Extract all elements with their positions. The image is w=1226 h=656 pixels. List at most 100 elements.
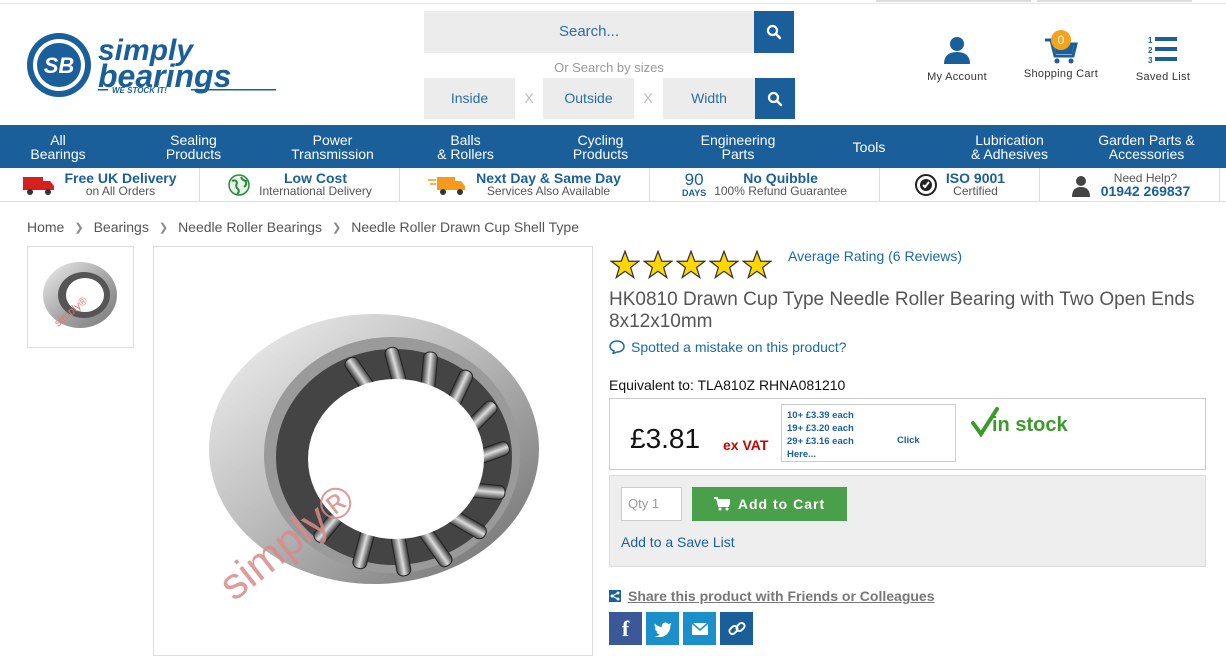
usp-bar: Free UK Delivery on All Orders Low Cost In…	[0, 168, 1226, 202]
quantity-discount-box[interactable]: 10+ £3.39 each 19+ £3.20 each 29+ £3.16 …	[781, 404, 956, 462]
rating-stars[interactable]	[610, 250, 772, 280]
product-price: £3.81	[630, 423, 701, 454]
size-search-button[interactable]	[755, 78, 795, 119]
usp-refund[interactable]: 90 DAYS No Quibble 100% Refund Guarantee	[650, 168, 880, 202]
days-number: 90	[684, 170, 704, 189]
star-icon	[643, 250, 673, 280]
inside-input[interactable]: Inside	[424, 78, 515, 119]
email-share-button[interactable]	[683, 612, 716, 645]
bearing-image: simply®	[209, 314, 539, 610]
usp-subtitle: on All Orders	[85, 184, 156, 198]
breadcrumb-needle-roller[interactable]: Needle Roller Bearings	[178, 219, 322, 235]
width-input[interactable]: Width	[663, 78, 755, 119]
add-to-cart-button[interactable]: Add to Cart	[692, 487, 847, 521]
breadcrumb: Home ❯ Bearings ❯ Needle Roller Bearings…	[27, 219, 579, 235]
nav-garden-parts[interactable]: Garden Parts & Accessories	[1093, 125, 1200, 168]
nav-lubrication[interactable]: Lubrication & Adhesives	[926, 125, 1093, 168]
usp-subtitle: Services Also Available	[486, 184, 611, 198]
logo[interactable]: SB simply bearings WE STOCK IT!	[26, 30, 286, 100]
nav-power-transmission[interactable]: Power Transmission	[271, 125, 394, 168]
product-main-image[interactable]: simply®	[153, 246, 593, 656]
stock-label: in stock	[992, 414, 1068, 436]
nav-label: Accessories	[1108, 145, 1185, 162]
usp-subtitle: International Delivery	[259, 184, 372, 198]
product-thumbnail[interactable]: simply®	[27, 246, 134, 348]
svg-text:2: 2	[1148, 46, 1153, 55]
usp-international[interactable]: Low Cost International Delivery	[200, 168, 400, 202]
support-icon	[1071, 176, 1090, 197]
share-icon	[609, 590, 621, 602]
nav-all-bearings[interactable]: All Bearings	[0, 125, 116, 168]
facebook-icon: f	[621, 615, 630, 641]
search-icon	[766, 24, 782, 40]
iso-icon	[914, 174, 937, 196]
share-label: Share this product with Friends or Colle…	[628, 588, 935, 604]
usp-help[interactable]: Need Help? 01942 269837	[1040, 168, 1220, 202]
top-tab[interactable]	[1037, 0, 1192, 2]
cart-count-badge: 0	[1051, 30, 1071, 50]
tier-price: 29+ £3.16 each	[787, 436, 854, 447]
equivalent-parts: Equivalent to: TLA810Z RHNA081210	[609, 377, 846, 393]
add-to-cart-label: Add to Cart	[737, 496, 826, 512]
share-link[interactable]: Share this product with Friends or Colle…	[609, 588, 935, 604]
fast-truck-icon	[428, 177, 466, 195]
days-label: DAYS	[682, 188, 707, 198]
breadcrumb-bearings[interactable]: Bearings	[94, 219, 149, 235]
product-title: HK0810 Drawn Cup Type Needle Roller Bear…	[609, 289, 1195, 332]
facebook-share-button[interactable]: f	[609, 612, 642, 645]
tier-price: 19+ £3.20 each	[787, 423, 854, 434]
nav-sealing-products[interactable]: Sealing Products	[116, 125, 271, 168]
copy-link-button[interactable]	[720, 612, 753, 645]
tier-click[interactable]: Click	[897, 434, 920, 447]
report-mistake-link[interactable]: Spotted a mistake on this product?	[609, 339, 847, 355]
price-box: £3.81 ex VAT 10+ £3.39 each 19+ £3.20 ea…	[609, 398, 1206, 470]
star-icon	[676, 250, 706, 280]
nav-label: Parts	[721, 145, 755, 162]
shopping-cart-link[interactable]: 0 Shopping Cart	[1018, 30, 1104, 80]
tier-click-here[interactable]: Here...	[787, 448, 950, 461]
comment-icon	[609, 340, 625, 354]
twitter-share-button[interactable]	[646, 612, 679, 645]
my-account-link[interactable]: My Account	[920, 34, 994, 83]
add-to-cart-panel: Qty 1 Add to Cart Add to a Save List	[609, 475, 1206, 567]
breadcrumb-current[interactable]: Needle Roller Drawn Cup Shell Type	[351, 219, 579, 235]
size-separator: X	[524, 90, 534, 106]
svg-text:1: 1	[1148, 36, 1153, 45]
usp-title: 01942 269837	[1100, 183, 1191, 199]
nav-tools[interactable]: Tools	[812, 125, 926, 168]
nav-label: & Adhesives	[970, 145, 1049, 162]
reviews-link[interactable]: Average Rating (6 Reviews)	[788, 248, 962, 264]
size-search-label: Or Search by sizes	[554, 60, 664, 75]
usp-next-day[interactable]: Next Day & Same Day Services Also Availab…	[400, 168, 650, 202]
breadcrumb-home[interactable]: Home	[27, 219, 64, 235]
nav-label: & Rollers	[437, 145, 494, 162]
days-badge: 90 DAYS	[682, 170, 707, 198]
cart-icon	[713, 497, 730, 511]
search-input[interactable]: Search...	[424, 11, 754, 53]
nav-label: Bearings	[30, 145, 86, 162]
add-to-save-list-link[interactable]: Add to a Save List	[621, 534, 735, 550]
usp-subtitle: Certified	[953, 184, 998, 198]
user-icon	[944, 37, 970, 64]
globe-icon	[228, 174, 250, 196]
outside-input[interactable]: Outside	[543, 78, 634, 119]
my-account-label: My Account	[927, 71, 987, 83]
chevron-right-icon: ❯	[332, 221, 342, 234]
shopping-cart-label: Shopping Cart	[1023, 68, 1099, 80]
nav-cycling-products[interactable]: Cycling Products	[537, 125, 664, 168]
nav-balls-rollers[interactable]: Balls & Rollers	[394, 125, 537, 168]
nav-label: Tools	[852, 138, 886, 155]
chevron-right-icon: ❯	[74, 221, 84, 234]
nav-engineering-parts[interactable]: Engineering Parts	[664, 125, 812, 168]
usp-iso[interactable]: ISO 9001 Certified	[880, 168, 1040, 202]
nav-label: Products	[165, 145, 222, 162]
usp-free-delivery[interactable]: Free UK Delivery on All Orders	[0, 168, 200, 202]
top-tab[interactable]	[876, 0, 1031, 2]
search-icon	[767, 91, 783, 106]
saved-list-link[interactable]: 1 2 3 Saved List	[1130, 34, 1196, 83]
star-icon	[709, 250, 739, 280]
stock-status: in stock	[970, 407, 1068, 437]
star-icon	[742, 250, 772, 280]
search-button[interactable]	[754, 11, 794, 53]
quantity-input[interactable]: Qty 1	[621, 487, 682, 521]
